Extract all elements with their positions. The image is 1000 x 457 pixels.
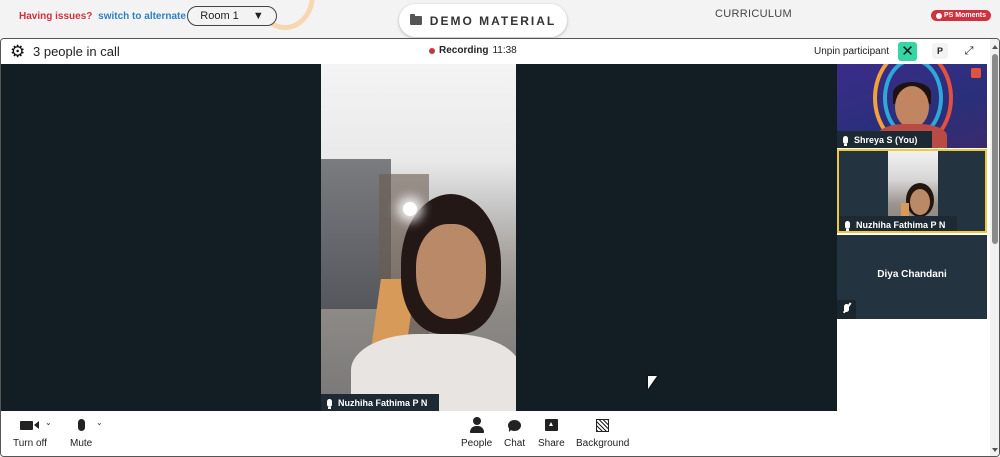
call-toolbar: Turn off ⌄ Mute ⌄ People Chat Share Back…: [1, 411, 990, 456]
main-video-stage: Nuzhiha Fathima P N: [1, 64, 837, 411]
chat-label: Chat: [504, 438, 526, 449]
mic-muted-icon: [837, 300, 856, 319]
participant-sidebar: Shreya S (You) Nuzhiha Fathima P N Diya …: [837, 64, 987, 411]
scrollbar[interactable]: [990, 39, 999, 456]
participant-name: Diya Chandani: [877, 269, 947, 280]
recording-label: Recording: [439, 45, 489, 56]
background-icon: [596, 417, 610, 433]
mic-icon: [843, 135, 848, 146]
participant-name: Shreya S (You): [854, 134, 918, 145]
p-button[interactable]: P: [932, 43, 948, 59]
top-navigation-bar: Having issues? switch to alternate room …: [0, 0, 1000, 38]
people-icon: [469, 417, 485, 433]
participant-face-shape: [910, 189, 930, 215]
people-label: People: [461, 438, 493, 449]
mic-icon: [327, 398, 332, 409]
tab-curriculum[interactable]: CURRICULUM: [715, 8, 792, 20]
turn-off-camera-button[interactable]: Turn off: [13, 417, 47, 455]
chevron-down-icon[interactable]: ⌄: [45, 418, 52, 427]
people-in-call-count: 3 people in call: [33, 44, 120, 59]
participant-tile[interactable]: Shreya S (You): [837, 64, 987, 148]
background-label: Background: [576, 438, 630, 449]
share-button[interactable]: Share: [538, 417, 565, 455]
scroll-down-arrow-icon[interactable]: [992, 448, 998, 452]
mute-button[interactable]: Mute: [70, 417, 92, 455]
room-select[interactable]: Room 1 ▼: [187, 6, 277, 26]
mic-icon: [77, 417, 85, 433]
main-participant-name: Nuzhiha Fathima P N: [338, 397, 428, 408]
main-participant-video: Nuzhiha Fathima P N: [321, 64, 516, 411]
light-glare-shape: [403, 202, 417, 216]
turn-off-label: Turn off: [13, 438, 47, 449]
ps-moments-badge[interactable]: PS Moments: [931, 10, 992, 21]
close-icon: ✕: [901, 43, 914, 60]
background-button[interactable]: Background: [576, 417, 629, 455]
participant-name-tag: Shreya S (You): [837, 131, 932, 148]
participant-face-shape: [895, 86, 929, 128]
expand-icon[interactable]: ⤢: [961, 43, 977, 59]
main-participant-name-tag: Nuzhiha Fathima P N: [321, 394, 439, 411]
recording-indicator: Recording 11:38: [429, 45, 517, 56]
scroll-up-arrow-icon[interactable]: [992, 45, 998, 49]
chat-icon: [508, 417, 522, 433]
participant-tile[interactable]: Diya Chandani: [837, 235, 987, 319]
caret-down-icon: ▼: [252, 10, 264, 22]
recording-dot-icon: [429, 47, 435, 54]
tab-demo-material[interactable]: DEMO MATERIAL: [399, 4, 567, 37]
call-header-bar: ⚙ 3 people in call Recording 11:38 Unpin…: [1, 39, 991, 64]
room-select-value: Room 1: [200, 10, 239, 22]
tab-demo-material-label: DEMO MATERIAL: [429, 13, 557, 28]
share-label: Share: [538, 438, 565, 449]
recording-time: 11:38: [492, 45, 517, 56]
mic-icon: [845, 220, 850, 231]
mute-label: Mute: [70, 438, 93, 449]
issues-notice: Having issues? switch to alternate room: [19, 11, 214, 22]
unpin-participant-label: Unpin participant: [814, 46, 890, 57]
unpin-participant-button[interactable]: ✕: [898, 42, 917, 61]
participant-name-tag: Nuzhiha Fathima P N: [839, 216, 957, 231]
gear-icon[interactable]: ⚙: [10, 43, 25, 60]
issues-text: Having issues?: [19, 11, 93, 22]
logo-icon: [971, 68, 981, 78]
ps-moments-label: PS Moments: [944, 12, 987, 19]
share-icon: [544, 417, 558, 433]
video-call-frame: ⚙ 3 people in call Recording 11:38 Unpin…: [0, 38, 1000, 457]
mouse-cursor-icon: [648, 376, 657, 389]
participant-tile-active[interactable]: Nuzhiha Fathima P N: [837, 149, 987, 233]
ps-moments-icon: [936, 12, 942, 19]
people-button[interactable]: People: [461, 417, 492, 455]
chat-button[interactable]: Chat: [504, 417, 525, 455]
chevron-down-icon[interactable]: ⌄: [96, 418, 103, 427]
camera-icon: [20, 417, 40, 433]
participant-face-shape: [416, 224, 486, 319]
scrollbar-thumb[interactable]: [992, 54, 998, 244]
folder-icon: [409, 14, 422, 25]
participant-name: Nuzhiha Fathima P N: [856, 219, 946, 230]
